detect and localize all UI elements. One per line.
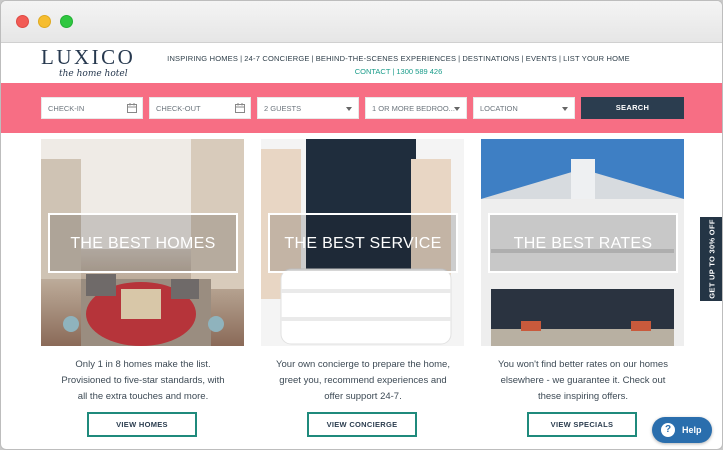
service-overlay-title: THE BEST SERVICE [268,213,458,273]
view-specials-button[interactable]: VIEW SPECIALS [527,412,637,437]
service-image[interactable]: THE BEST SERVICE [261,139,464,346]
help-button[interactable]: ? Help [652,417,712,443]
chevron-down-icon [562,107,568,111]
rates-description: You won't find better rates on our homes… [498,359,668,402]
bedrooms-value: 1 OR MORE BEDROO... [372,104,455,113]
homes-overlay-title: THE BEST HOMES [48,213,238,273]
maximize-window-button[interactable] [60,15,73,28]
minimize-window-button[interactable] [38,15,51,28]
nav-item-inspiring-homes[interactable]: INSPIRING HOMES [167,54,238,63]
site-logo[interactable]: LUXICO the home hotel [41,47,133,81]
help-label: Help [682,425,702,435]
bedrooms-select[interactable]: 1 OR MORE BEDROO... [365,97,467,119]
location-value: LOCATION [480,104,518,113]
nav-item-experiences[interactable]: BEHIND-THE-SCENES EXPERIENCES [316,54,456,63]
view-homes-button[interactable]: VIEW HOMES [87,412,197,437]
browser-window: LUXICO the home hotel INSPIRING HOMES | 24… [0,0,723,450]
homes-image[interactable]: THE BEST HOMES [41,139,244,346]
concierge-description: Your own concierge to prepare the home, … [276,359,450,402]
contact-line: CONTACT | 1300 589 426 [354,67,443,76]
logo-tagline: the home hotel [59,69,128,79]
search-button[interactable]: SEARCH [581,97,684,119]
logo-wordmark: LUXICO [41,45,136,69]
nav-item-events[interactable]: EVENTS [526,54,557,63]
close-window-button[interactable] [16,15,29,28]
nav-item-destinations[interactable]: DESTINATIONS [462,54,519,63]
checkout-field[interactable]: CHECK-OUT [149,97,251,119]
guests-select[interactable]: 2 GUESTS [257,97,359,119]
location-select[interactable]: LOCATION [473,97,575,119]
chevron-down-icon [454,107,460,111]
nav-item-list-your-home[interactable]: LIST YOUR HOME [563,54,630,63]
window-titlebar [1,1,722,43]
chevron-down-icon [346,107,352,111]
homes-description: Only 1 in 8 homes make the list. Provisi… [61,359,225,402]
guests-value: 2 GUESTS [264,104,302,113]
view-concierge-button[interactable]: VIEW CONCIERGE [307,412,417,437]
rates-image[interactable]: THE BEST RATES [481,139,684,346]
nav-item-concierge[interactable]: 24-7 CONCIERGE [244,54,309,63]
rates-overlay-title: THE BEST RATES [488,213,678,273]
checkout-placeholder: CHECK-OUT [156,104,201,113]
phone-number[interactable]: 1300 589 426 [396,67,442,76]
checkin-field[interactable]: CHECK-IN [41,97,143,119]
checkin-placeholder: CHECK-IN [48,104,85,113]
question-icon: ? [661,423,675,437]
calendar-icon [127,103,137,113]
discount-side-tab-label: GET UP TO 30% OFF [707,219,717,299]
contact-link[interactable]: CONTACT [355,67,391,76]
calendar-icon [235,103,245,113]
discount-side-tab[interactable]: GET UP TO 30% OFF [700,217,722,301]
main-nav: INSPIRING HOMES | 24-7 CONCIERGE | BEHIND-TH… [167,54,630,63]
